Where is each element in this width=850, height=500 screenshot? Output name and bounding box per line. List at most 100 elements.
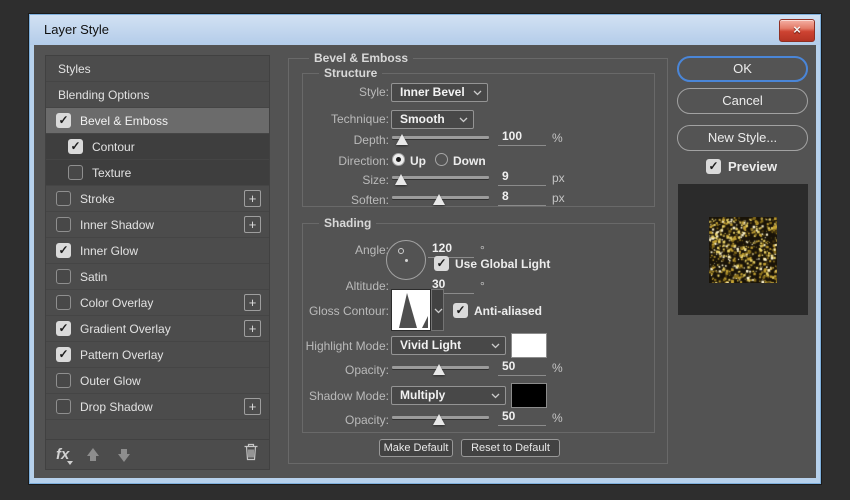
add-effect-button[interactable]: + — [244, 398, 261, 415]
direction-label: Direction: — [338, 154, 389, 168]
sidebar-item-inner-shadow[interactable]: ✓ Inner Shadow + — [46, 212, 269, 238]
soften-slider[interactable] — [392, 191, 489, 205]
soften-value-field[interactable]: 8 — [498, 189, 546, 206]
sidebar-item-gradient-overlay[interactable]: ✓ Gradient Overlay + — [46, 316, 269, 342]
new-style-button[interactable]: New Style... — [677, 125, 808, 151]
fx-menu-button[interactable]: fx — [56, 446, 74, 465]
effect-checkbox[interactable]: ✓ — [56, 269, 71, 284]
effect-checkbox[interactable]: ✓ — [68, 165, 83, 180]
highlight-opacity-unit: % — [552, 361, 563, 375]
add-effect-button[interactable]: + — [244, 190, 261, 207]
technique-label: Technique: — [330, 112, 389, 126]
use-global-light-checkbox[interactable]: ✓ — [434, 256, 449, 271]
move-effect-up-button[interactable] — [86, 447, 100, 462]
sidebar-item-texture[interactable]: ✓ Texture — [46, 160, 269, 186]
sidebar-item-label: Blending Options — [58, 87, 150, 102]
close-button[interactable]: × — [779, 19, 815, 42]
gloss-contour-picker[interactable] — [391, 289, 444, 331]
depth-label: Depth: — [353, 133, 389, 147]
effect-checkbox[interactable]: ✓ — [56, 217, 71, 232]
sidebar-item-label: Bevel & Emboss — [80, 113, 169, 128]
highlight-mode-dropdown[interactable]: Vivid Light — [391, 336, 506, 355]
sidebar-item-contour[interactable]: ✓ Contour — [46, 134, 269, 160]
highlight-opacity-value-field[interactable]: 50 — [498, 359, 546, 376]
shadow-opacity-label: Opacity: — [344, 413, 389, 427]
contour-dropdown-arrow[interactable] — [431, 289, 444, 331]
trash-icon — [244, 443, 258, 461]
effect-checkbox[interactable]: ✓ — [68, 139, 83, 154]
sidebar-item-blending-options[interactable]: Blending Options — [46, 82, 269, 108]
sidebar-item-satin[interactable]: ✓ Satin — [46, 264, 269, 290]
effect-checkbox[interactable]: ✓ — [56, 321, 71, 336]
depth-value-field[interactable]: 100 — [498, 129, 546, 146]
sidebar-item-inner-glow[interactable]: ✓ Inner Glow — [46, 238, 269, 264]
highlight-opacity-slider[interactable] — [392, 361, 489, 375]
style-list: Styles Blending Options ✓ Bevel & Emboss ✓ Co… — [46, 56, 269, 420]
add-effect-button[interactable]: + — [244, 320, 261, 337]
chevron-down-icon — [459, 117, 468, 123]
chevron-down-icon — [434, 308, 443, 314]
chevron-down-icon — [491, 393, 500, 399]
direction-up-radio[interactable] — [392, 153, 405, 166]
screen: Layer Style × Styles Blending Options ✓ Bev… — [0, 0, 850, 500]
shadow-mode-dropdown[interactable]: Multiply — [391, 386, 506, 405]
highlight-mode-label: Highlight Mode: — [305, 339, 389, 353]
shadow-opacity-slider[interactable] — [392, 411, 489, 425]
arrow-down-icon — [118, 453, 131, 462]
effect-checkbox[interactable]: ✓ — [56, 399, 71, 414]
slider-thumb[interactable] — [432, 364, 445, 375]
slider-thumb[interactable] — [395, 134, 408, 145]
ok-button[interactable]: OK — [677, 56, 808, 82]
preview-checkbox[interactable]: ✓ — [706, 159, 721, 174]
depth-slider[interactable] — [392, 131, 489, 145]
effect-checkbox[interactable]: ✓ — [56, 191, 71, 206]
shadow-mode-label: Shadow Mode: — [308, 389, 389, 403]
preview-label: Preview — [728, 159, 778, 174]
angle-dial[interactable] — [386, 240, 426, 280]
size-slider[interactable] — [392, 171, 489, 185]
sidebar-item-label: Color Overlay — [80, 295, 154, 310]
effect-checkbox[interactable]: ✓ — [56, 373, 71, 388]
sidebar-item-pattern-overlay[interactable]: ✓ Pattern Overlay — [46, 342, 269, 368]
sidebar-item-bevel-emboss[interactable]: ✓ Bevel & Emboss — [46, 108, 269, 134]
anti-aliased-checkbox[interactable]: ✓ — [453, 303, 468, 318]
sidebar-item-label: Inner Shadow — [80, 217, 155, 232]
slider-thumb[interactable] — [432, 194, 445, 205]
effect-checkbox[interactable]: ✓ — [56, 113, 71, 128]
add-effect-button[interactable]: + — [244, 294, 261, 311]
add-effect-button[interactable]: + — [244, 216, 261, 233]
size-value-field[interactable]: 9 — [498, 169, 546, 186]
style-dropdown[interactable]: Inner Bevel — [391, 83, 488, 102]
reset-to-default-button[interactable]: Reset to Default — [461, 439, 560, 457]
sidebar-item-drop-shadow[interactable]: ✓ Drop Shadow + — [46, 394, 269, 420]
slider-thumb[interactable] — [432, 414, 445, 425]
effect-checkbox[interactable]: ✓ — [56, 295, 71, 310]
sidebar-item-stroke[interactable]: ✓ Stroke + — [46, 186, 269, 212]
effect-checkbox[interactable]: ✓ — [56, 243, 71, 258]
angle-center-dot — [405, 259, 408, 262]
title-bar[interactable]: Layer Style × — [30, 15, 820, 45]
sidebar-item-styles[interactable]: Styles — [46, 56, 269, 82]
effect-checkbox[interactable]: ✓ — [56, 347, 71, 362]
sidebar-item-outer-glow[interactable]: ✓ Outer Glow — [46, 368, 269, 394]
cancel-button[interactable]: Cancel — [677, 88, 808, 114]
sidebar-item-label: Stroke — [80, 191, 115, 206]
slider-thumb[interactable] — [394, 174, 407, 185]
move-effect-down-button[interactable] — [117, 448, 131, 462]
shadow-color-swatch[interactable] — [511, 383, 547, 408]
delete-effect-button[interactable] — [243, 443, 259, 466]
direction-down-label: Down — [453, 154, 486, 168]
angle-label: Angle: — [354, 243, 389, 257]
make-default-button[interactable]: Make Default — [379, 439, 453, 457]
sidebar-item-color-overlay[interactable]: ✓ Color Overlay + — [46, 290, 269, 316]
altitude-unit: ° — [480, 279, 485, 293]
soften-unit: px — [552, 191, 565, 205]
depth-unit: % — [552, 131, 563, 145]
highlight-color-swatch[interactable] — [511, 333, 547, 358]
technique-dropdown[interactable]: Smooth — [391, 110, 474, 129]
shadow-opacity-value-field[interactable]: 50 — [498, 409, 546, 426]
size-unit: px — [552, 171, 565, 185]
direction-down-radio[interactable] — [435, 153, 448, 166]
sidebar-item-label: Drop Shadow — [80, 399, 153, 414]
gloss-contour-label: Gloss Contour: — [308, 304, 389, 318]
